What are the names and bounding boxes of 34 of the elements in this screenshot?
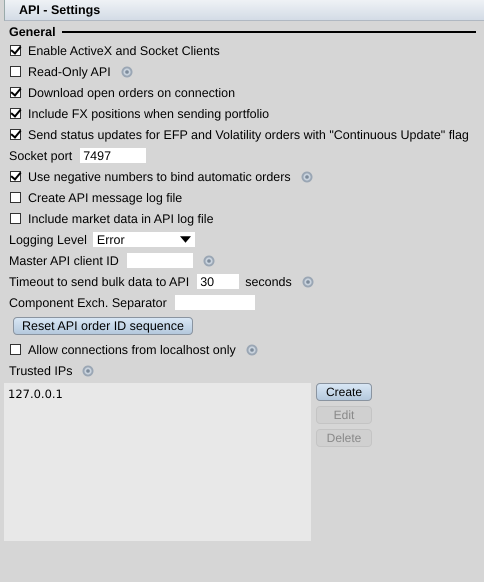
checkbox[interactable]: Use negative numbers to bind automatic orders (10, 170, 291, 184)
list-button[interactable]: Create (316, 383, 372, 401)
field-label: Logging Level (9, 232, 87, 246)
checkbox[interactable]: Send status updates for EFP and Volatility orders with "Continuous Update" flag (10, 128, 469, 142)
help-icon[interactable] (120, 66, 133, 78)
dropdown[interactable]: Error (92, 232, 195, 247)
section-label: Trusted IPs (9, 364, 72, 378)
field-label: Master API client ID (9, 254, 119, 268)
caret-icon (180, 236, 191, 243)
input-field[interactable] (174, 295, 255, 310)
help-icon[interactable] (202, 254, 215, 266)
field-label: Socket port (9, 148, 72, 162)
checkbox[interactable]: Create API message log file (10, 190, 182, 204)
unit-label: seconds (245, 274, 292, 288)
help-icon[interactable] (300, 170, 313, 182)
help-icon[interactable] (82, 364, 94, 376)
field-label: Component Exch. Separator (9, 296, 167, 310)
window-title: API - Settings (19, 3, 100, 17)
field-label: Timeout to send bulk data to API (9, 274, 190, 288)
checkbox[interactable]: Allow connections from localhost only (10, 342, 236, 356)
checkbox[interactable]: Enable ActiveX and Socket Clients (10, 44, 220, 58)
help-icon[interactable] (246, 344, 258, 356)
reset-button[interactable]: Reset API order ID sequence (13, 317, 193, 335)
section-title: General (9, 25, 56, 39)
ip-list[interactable]: 127.0.0.1 (4, 383, 311, 541)
list-item[interactable]: 127.0.0.1 (8, 387, 307, 401)
checkbox[interactable]: Download open orders on connection (10, 86, 236, 100)
help-icon[interactable] (302, 276, 314, 288)
checkbox[interactable]: Read-Only API (10, 64, 111, 78)
input-field[interactable] (126, 253, 193, 268)
checkbox[interactable]: Include market data in API log file (10, 212, 214, 226)
checkbox[interactable]: Include FX positions when sending portfolio (10, 106, 270, 120)
input-field[interactable]: 7497 (80, 148, 146, 163)
input-field[interactable]: 30 (197, 274, 240, 289)
